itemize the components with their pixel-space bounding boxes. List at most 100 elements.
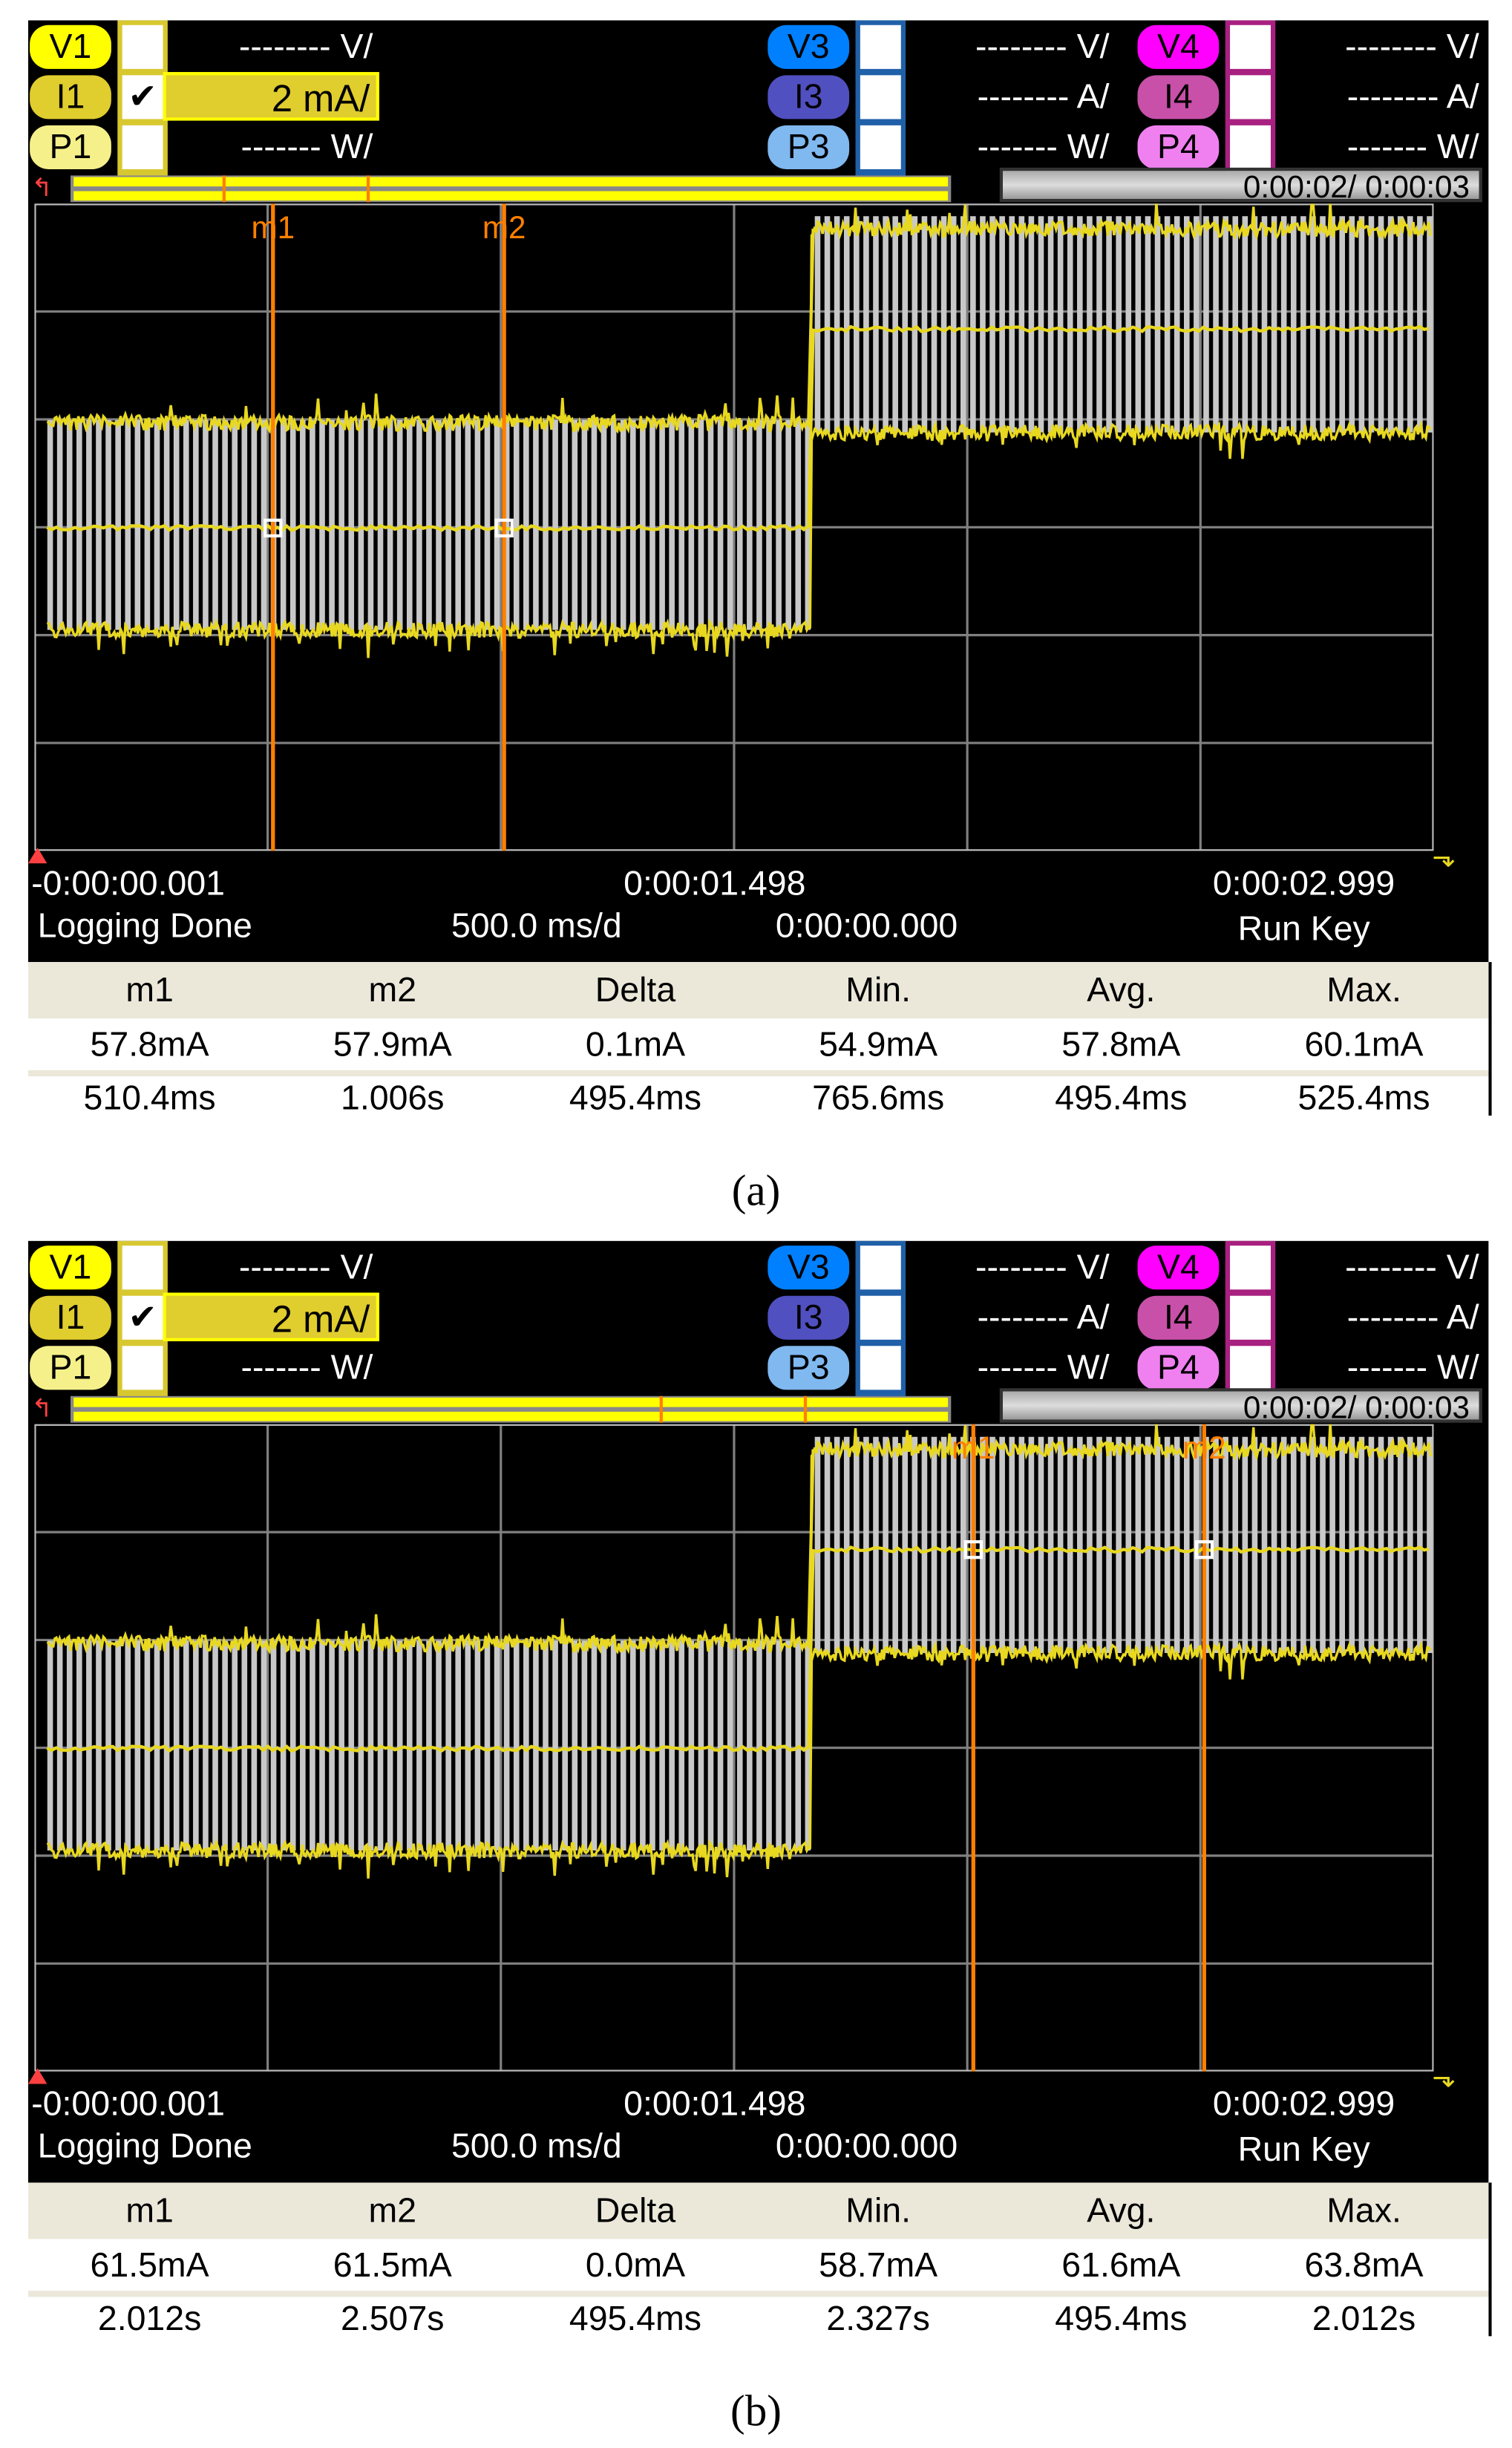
i1-checkbox[interactable]: ✔ bbox=[122, 75, 163, 120]
time-end: 0:00:02.999 bbox=[1212, 863, 1395, 903]
p3-badge[interactable]: P3 bbox=[768, 1346, 850, 1390]
value-min: 58.7mA bbox=[819, 2245, 938, 2285]
v1-badge[interactable]: V1 bbox=[30, 1246, 111, 1290]
header-delta: Delta bbox=[595, 969, 676, 1009]
row-divider bbox=[27, 1070, 1489, 1077]
value-m1: 57.8mA bbox=[90, 1024, 209, 1064]
header-avg: Avg. bbox=[1087, 969, 1156, 1009]
time-offset[interactable]: 0:00:00.000 bbox=[776, 906, 958, 945]
value-delta: 0.1mA bbox=[585, 1024, 686, 1064]
header-max: Max. bbox=[1326, 969, 1401, 1009]
header-m2: m2 bbox=[368, 969, 417, 1009]
overview-scrollbar[interactable] bbox=[70, 175, 952, 203]
i4-scale: -------- A/ bbox=[1346, 1297, 1479, 1337]
i1-scale[interactable]: 2 mA/ bbox=[163, 72, 379, 121]
overview-scrollbar[interactable] bbox=[70, 1395, 952, 1423]
scroll-left-icon[interactable]: ↰ bbox=[31, 1393, 52, 1424]
time-min: 2.327s bbox=[826, 2298, 930, 2338]
i3-badge[interactable]: I3 bbox=[768, 1295, 850, 1340]
data-logger-panel: V1 I1 P1 ✔ -------- V/ 2 mA/ ------- W/ … bbox=[27, 1240, 1492, 2436]
scroll-marker-tick bbox=[660, 1395, 664, 1423]
p4-badge[interactable]: P4 bbox=[1137, 1346, 1220, 1390]
table-header: m1 m2 Delta Min. Avg. Max. bbox=[27, 962, 1489, 1019]
status-text: Logging Done bbox=[37, 906, 252, 945]
i3-badge[interactable]: I3 bbox=[768, 75, 850, 120]
time-m1: 510.4ms bbox=[83, 1078, 216, 1118]
value-min: 54.9mA bbox=[819, 1024, 938, 1064]
p4-scale: ------- W/ bbox=[1346, 126, 1479, 166]
table-row-times: 510.4ms 1.006s 495.4ms 765.6ms 495.4ms 5… bbox=[27, 1076, 1489, 1119]
header-min: Min. bbox=[845, 969, 912, 1009]
header-min: Min. bbox=[845, 2190, 912, 2230]
i3-scale: -------- A/ bbox=[977, 1297, 1110, 1337]
value-max: 63.8mA bbox=[1304, 2245, 1424, 2285]
v4-badge[interactable]: V4 bbox=[1137, 1246, 1220, 1290]
scroll-left-icon[interactable]: ↰ bbox=[31, 172, 52, 203]
i1-badge[interactable]: I1 bbox=[30, 1295, 111, 1340]
scroll-marker-tick bbox=[804, 1395, 808, 1423]
v3-scale: -------- V/ bbox=[975, 26, 1110, 66]
waveform-plot[interactable]: m1 m2 bbox=[34, 1424, 1434, 2072]
status-text: Logging Done bbox=[37, 2126, 252, 2166]
time-max: 525.4ms bbox=[1297, 1078, 1430, 1118]
figure: V1 I1 P1 ✔ -------- V/ 2 mA/ ------- W/ … bbox=[0, 0, 1512, 2447]
p1-scale: ------- W/ bbox=[240, 1347, 373, 1387]
p1-badge[interactable]: P1 bbox=[30, 125, 111, 169]
header-avg: Avg. bbox=[1087, 2190, 1156, 2230]
p3-badge[interactable]: P3 bbox=[768, 125, 850, 169]
instrument-screen: V1 I1 P1 ✔ -------- V/ 2 mA/ ------- W/ … bbox=[27, 20, 1489, 963]
time-start: -0:00:00.001 bbox=[31, 863, 226, 903]
time-max: 2.012s bbox=[1312, 2298, 1416, 2338]
i4-badge[interactable]: I4 bbox=[1137, 75, 1220, 120]
panel-caption: (b) bbox=[730, 2388, 782, 2437]
header-m1: m1 bbox=[125, 2190, 174, 2230]
header-max: Max. bbox=[1326, 2190, 1401, 2230]
marker-label-m1: m1 bbox=[952, 1430, 995, 1465]
time-m2: 1.006s bbox=[341, 1078, 445, 1118]
p3-scale: ------- W/ bbox=[977, 126, 1110, 166]
p1-badge[interactable]: P1 bbox=[30, 1346, 111, 1390]
time-m1: 2.012s bbox=[97, 2298, 202, 2338]
waveform-plot[interactable]: m1 m2 bbox=[34, 203, 1434, 851]
p4-scale: ------- W/ bbox=[1346, 1347, 1479, 1387]
time-mid: 0:00:01.498 bbox=[624, 2084, 806, 2124]
i1-badge[interactable]: I1 bbox=[30, 75, 111, 120]
value-delta: 0.0mA bbox=[585, 2245, 686, 2285]
i1-scale[interactable]: 2 mA/ bbox=[163, 1292, 379, 1341]
i1-checkbox[interactable]: ✔ bbox=[122, 1295, 163, 1340]
time-offset[interactable]: 0:00:00.000 bbox=[776, 2127, 958, 2166]
elapsed-time: 0:00:02/ 0:00:03 bbox=[999, 1388, 1482, 1426]
v4-badge[interactable]: V4 bbox=[1137, 24, 1220, 69]
time-start: -0:00:00.001 bbox=[31, 2084, 226, 2124]
scroll-marker-tick bbox=[367, 175, 370, 203]
trigger-start-icon bbox=[27, 2068, 48, 2084]
p4-badge[interactable]: P4 bbox=[1137, 125, 1220, 169]
v1-scale: -------- V/ bbox=[238, 26, 373, 66]
v1-badge[interactable]: V1 bbox=[30, 24, 111, 69]
end-marker-icon: ⬎ bbox=[1432, 2061, 1456, 2094]
time-end: 0:00:02.999 bbox=[1212, 2084, 1395, 2124]
time-avg: 495.4ms bbox=[1055, 1078, 1188, 1118]
time-delta: 495.4ms bbox=[569, 2298, 702, 2338]
v4-scale: -------- V/ bbox=[1345, 1247, 1479, 1287]
v3-badge[interactable]: V3 bbox=[768, 24, 850, 69]
row-divider bbox=[27, 2291, 1489, 2297]
i3-scale: -------- A/ bbox=[977, 76, 1110, 117]
elapsed-time: 0:00:02/ 0:00:03 bbox=[999, 167, 1482, 206]
scroll-lane bbox=[73, 191, 949, 201]
value-m1: 61.5mA bbox=[90, 2245, 209, 2285]
time-mid: 0:00:01.498 bbox=[624, 863, 806, 903]
value-m2: 57.9mA bbox=[333, 1024, 452, 1064]
timebase[interactable]: 500.0 ms/d bbox=[451, 906, 622, 945]
scroll-lane bbox=[73, 177, 949, 187]
v3-scale: -------- V/ bbox=[975, 1247, 1110, 1287]
value-avg: 61.6mA bbox=[1061, 2245, 1181, 2285]
header-m1: m1 bbox=[125, 969, 174, 1009]
trigger-start-icon bbox=[27, 847, 48, 864]
i4-badge[interactable]: I4 bbox=[1137, 1295, 1220, 1340]
v4-scale: -------- V/ bbox=[1345, 26, 1479, 66]
p1-scale: ------- W/ bbox=[240, 126, 373, 166]
table-header: m1 m2 Delta Min. Avg. Max. bbox=[27, 2182, 1489, 2239]
timebase[interactable]: 500.0 ms/d bbox=[451, 2127, 622, 2166]
v3-badge[interactable]: V3 bbox=[768, 1246, 850, 1290]
